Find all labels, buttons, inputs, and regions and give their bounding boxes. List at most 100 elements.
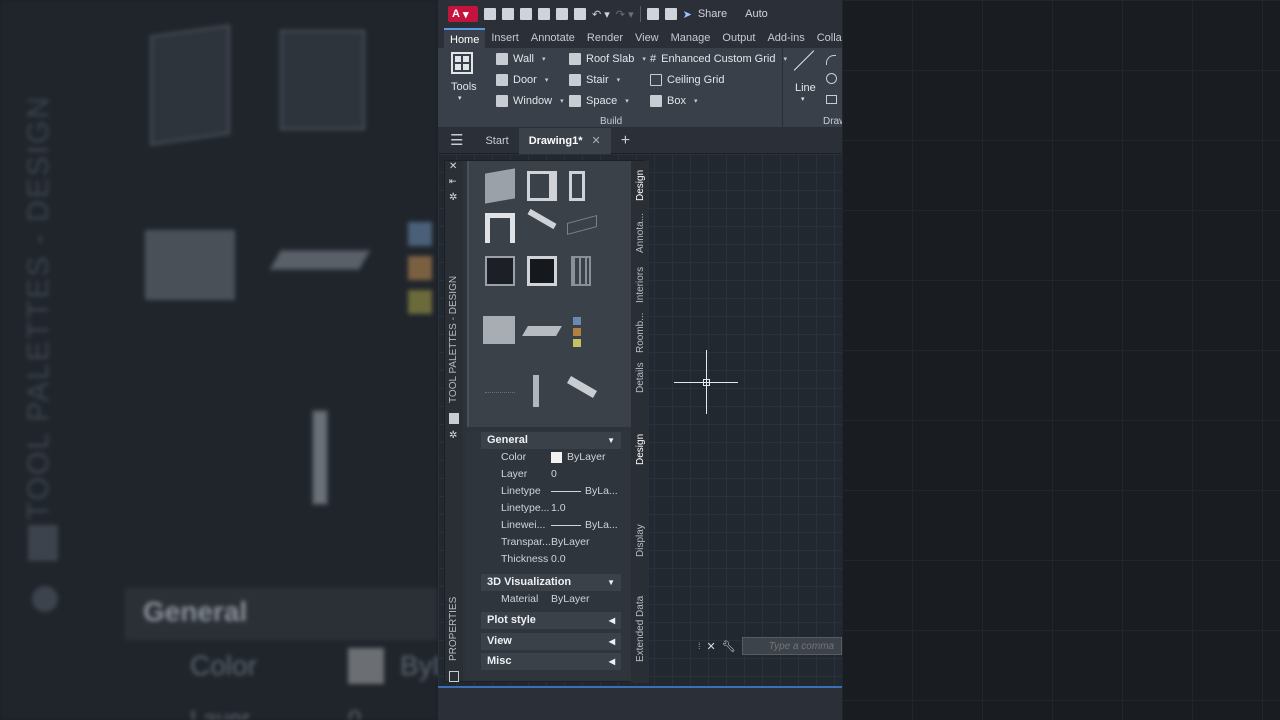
- rectangle-icon[interactable]: [826, 95, 837, 104]
- tab-start[interactable]: Start: [475, 128, 518, 154]
- space-button[interactable]: Space ▾: [569, 95, 629, 107]
- prop-row-transparency[interactable]: Transpar... ByLayer: [481, 534, 621, 551]
- wall-button[interactable]: Wall ▾: [496, 53, 546, 65]
- tab-design[interactable]: Design: [635, 167, 646, 201]
- workspace-icon[interactable]: [646, 8, 659, 20]
- palette-settings-icon[interactable]: ✲: [449, 192, 457, 203]
- tab-render[interactable]: Render: [581, 28, 629, 48]
- tool-grid-door[interactable]: [571, 256, 591, 286]
- command-customize-icon[interactable]: 🔧︎: [722, 640, 736, 653]
- tab-home[interactable]: Home: [444, 28, 486, 48]
- door-button[interactable]: Door ▾: [496, 74, 548, 86]
- tool-door-frame[interactable]: [527, 256, 557, 286]
- enhanced-grid-button[interactable]: # Enhanced Custom Grid ▾: [650, 53, 787, 65]
- new-tab-icon[interactable]: +: [611, 128, 640, 154]
- tab-details[interactable]: Details: [635, 359, 646, 393]
- web-mobile-icon[interactable]: [556, 8, 568, 20]
- window-button[interactable]: Window ▾: [496, 95, 564, 107]
- tab-collaborate[interactable]: Colla: [811, 28, 842, 48]
- tool-grid-scrollbar[interactable]: [467, 161, 469, 427]
- tools-button[interactable]: Tools: [451, 81, 477, 93]
- line-button[interactable]: Line: [795, 82, 816, 94]
- tool-beam[interactable]: [567, 376, 597, 398]
- polyline-icon[interactable]: [826, 55, 836, 65]
- tool-door[interactable]: [527, 171, 557, 201]
- document-tabs: ☰ Start Drawing1* ✕ +: [438, 127, 842, 154]
- plot-icon[interactable]: [574, 8, 586, 20]
- prop-row-color[interactable]: Color ByLayer: [481, 449, 621, 466]
- line-caret-icon[interactable]: ▾: [801, 95, 805, 103]
- close-palette-icon[interactable]: ✕: [449, 161, 457, 172]
- tool-stair[interactable]: [527, 208, 557, 230]
- tab-props-display[interactable]: Display: [635, 517, 646, 557]
- space-tag-blue[interactable]: [573, 317, 581, 325]
- app-menu-button[interactable]: A ▾: [448, 6, 478, 22]
- tab-insert[interactable]: Insert: [485, 28, 525, 48]
- tool-column-grid[interactable]: [485, 379, 515, 393]
- wall-icon: [496, 53, 508, 65]
- tool-window[interactable]: [569, 171, 585, 201]
- circle-icon[interactable]: [826, 73, 837, 84]
- tab-view[interactable]: View: [629, 28, 665, 48]
- properties-icon[interactable]: [449, 671, 459, 682]
- tab-annotation[interactable]: Annota...: [635, 211, 646, 253]
- close-tab-icon[interactable]: ✕: [592, 135, 601, 147]
- tool-slab[interactable]: [522, 326, 562, 336]
- tool-railing[interactable]: [567, 214, 597, 236]
- space-tag-olive[interactable]: [573, 339, 581, 347]
- prop-row-linetype-scale[interactable]: Linetype... 1.0: [481, 500, 621, 517]
- stair-button[interactable]: Stair ▾: [569, 74, 620, 86]
- customize-icon[interactable]: [664, 8, 677, 20]
- tab-props-extended-data[interactable]: Extended Data: [635, 592, 646, 662]
- box-button[interactable]: Box ▾: [650, 95, 697, 107]
- tab-roombook[interactable]: Roomb...: [635, 311, 646, 353]
- save-as-icon[interactable]: [538, 8, 550, 20]
- tab-props-design[interactable]: Design: [635, 431, 646, 465]
- open-file-icon[interactable]: [502, 8, 514, 20]
- tab-output[interactable]: Output: [716, 28, 761, 48]
- tab-interiors[interactable]: Interiors: [635, 261, 646, 303]
- prop-row-linetype[interactable]: Linetype ByLa...: [481, 483, 621, 500]
- general-section-header[interactable]: General ▼: [481, 432, 621, 449]
- bg-swatch-brown: [408, 256, 432, 280]
- share-button[interactable]: Share: [698, 8, 727, 20]
- share-icon[interactable]: ➤: [683, 8, 692, 21]
- autohide-icon[interactable]: ⇤: [449, 176, 457, 187]
- properties-settings-icon[interactable]: ✲: [449, 430, 457, 441]
- space-tag-brown[interactable]: [573, 328, 581, 336]
- plot-style-header[interactable]: Plot style ◀: [481, 612, 621, 629]
- roof-slab-button[interactable]: Roof Slab ▾: [569, 53, 646, 65]
- tool-wall[interactable]: [485, 168, 515, 204]
- tab-annotate[interactable]: Annotate: [525, 28, 581, 48]
- command-input[interactable]: [741, 637, 842, 655]
- hamburger-menu-icon[interactable]: ☰: [438, 128, 475, 154]
- tool-space[interactable]: [483, 316, 515, 344]
- new-file-icon[interactable]: [484, 8, 496, 20]
- door-icon: [496, 74, 508, 86]
- save-icon[interactable]: [520, 8, 532, 20]
- tab-drawing1[interactable]: Drawing1* ✕: [518, 127, 611, 154]
- command-close-icon[interactable]: ✕: [707, 640, 716, 653]
- prop-row-lineweight[interactable]: Linewei... ByLa...: [481, 517, 621, 534]
- tools-caret-icon[interactable]: ▾: [458, 94, 462, 102]
- ceiling-grid-button[interactable]: Ceiling Grid: [650, 74, 724, 86]
- tab-manage[interactable]: Manage: [665, 28, 717, 48]
- tool-column[interactable]: [533, 375, 539, 407]
- tool-curtain-wall[interactable]: [485, 256, 515, 286]
- misc-header[interactable]: Misc ◀: [481, 653, 621, 670]
- 3d-visualization-header[interactable]: 3D Visualization ▼: [481, 574, 621, 591]
- draw-group-label: Draw: [823, 116, 842, 127]
- tab-addins[interactable]: Add-ins: [761, 28, 810, 48]
- undo-icon[interactable]: ↶ ▾: [592, 8, 610, 21]
- view-header[interactable]: View ◀: [481, 633, 621, 650]
- line-tool-icon[interactable]: [793, 50, 815, 71]
- prop-row-material[interactable]: Material ByLayer: [481, 591, 621, 608]
- tools-icon[interactable]: [451, 52, 473, 74]
- space-icon: [569, 95, 581, 107]
- prop-row-layer[interactable]: Layer 0: [481, 466, 621, 483]
- command-grip-icon[interactable]: ⁞: [698, 641, 701, 651]
- palette-grid-icon[interactable]: [449, 413, 459, 424]
- tool-opening[interactable]: [485, 213, 515, 243]
- prop-row-thickness[interactable]: Thickness 0.0: [481, 551, 621, 568]
- redo-icon[interactable]: ↷ ▾: [616, 8, 634, 21]
